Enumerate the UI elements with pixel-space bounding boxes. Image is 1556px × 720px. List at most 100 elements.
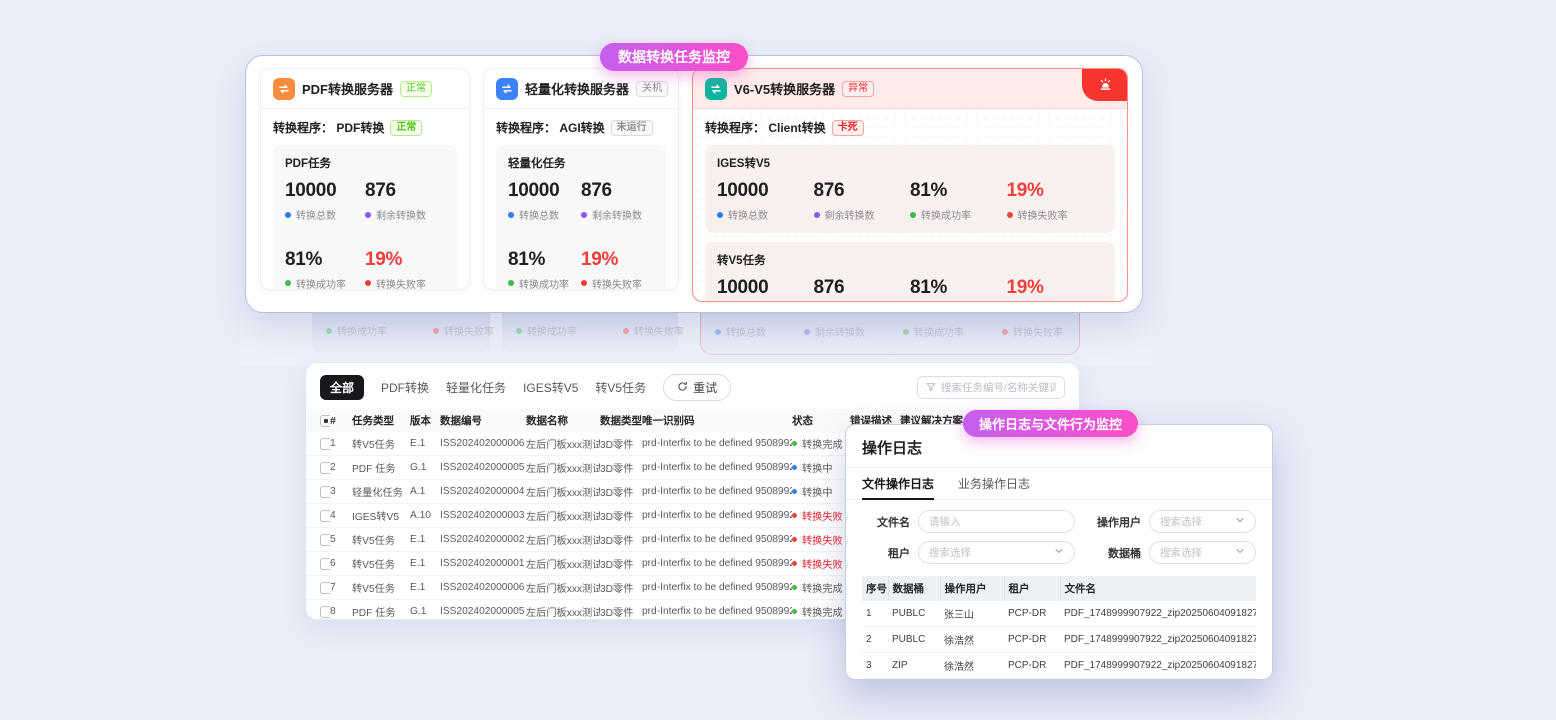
task-cell-uid: prd-Interfix to be defined 95089920-... — [642, 432, 792, 456]
oplog-cell-num: 4 — [862, 679, 888, 681]
underlay-right-legends: 转换总数剩余转换数转换成功率转换失败率 — [701, 311, 1079, 339]
checkbox-icon — [320, 582, 330, 594]
oplog-tab[interactable]: 业务操作日志 — [958, 468, 1030, 499]
server-cards-row: PDF转换服务器正常转换程序： PDF转换正常PDF任务10000转换总数876… — [260, 68, 1128, 300]
task-cell-type: 转V5任务 — [352, 432, 410, 456]
legend-item: 剩余转换数 — [365, 207, 426, 222]
operator-select[interactable]: 搜索选择 — [1149, 510, 1256, 533]
stat-cell: 19%转换失败率 — [365, 249, 445, 291]
legend-dot — [433, 328, 439, 334]
oplog-column-header: 文件名 — [1060, 576, 1256, 601]
task-tab[interactable]: 全部 — [320, 375, 364, 400]
task-cell-version: E.1 — [410, 552, 440, 576]
stat-cell: 876剩余转换数 — [365, 180, 445, 223]
legend-item: 剩余转换数 — [581, 207, 642, 222]
task-cell-version: A.10 — [410, 504, 440, 528]
task-search-input[interactable] — [941, 382, 1056, 394]
row-checkbox[interactable] — [306, 528, 330, 552]
status-badge: 转换中 — [792, 484, 846, 499]
stat-cell: 10000转换总数 — [508, 180, 581, 223]
task-cell-status: 转换中 — [792, 480, 850, 504]
oplog-table-body: 1PUBLC张三山PCP-DRPDF_1748999907922_zip2025… — [862, 601, 1256, 680]
legend-item: 剩余转换数 — [804, 324, 865, 339]
task-cell-dtype: 3D零件 — [600, 432, 642, 456]
status-dot-icon — [792, 465, 797, 470]
v6v5-server-icon — [705, 78, 727, 100]
alarm-siren-icon[interactable] — [1082, 68, 1128, 101]
legend-label: 转换成功率 — [914, 324, 964, 339]
row-checkbox[interactable] — [306, 504, 330, 528]
filename-input[interactable] — [918, 510, 1075, 533]
status-text: 转换失败 — [802, 556, 843, 571]
legend-label: 剩余转换数 — [592, 207, 642, 222]
task-cell-dtype: 3D零件 — [600, 480, 642, 504]
server-card-body: 转换程序： Client转换卡死IGES转V510000转换总数876剩余转换数… — [693, 109, 1127, 302]
legend-label: 转换成功率 — [527, 323, 577, 338]
row-checkbox[interactable] — [306, 432, 330, 456]
oplog-tab[interactable]: 文件操作日志 — [862, 468, 934, 500]
oplog-row: 1PUBLC张三山PCP-DRPDF_1748999907922_zip2025… — [862, 601, 1256, 627]
legend-label: 转换总数 — [728, 207, 768, 222]
task-cell-type: 转V5任务 — [352, 576, 410, 600]
row-checkbox[interactable] — [306, 480, 330, 504]
task-cell-uid: prd-Interfix to be defined 95089920-... — [642, 600, 792, 621]
task-cell-dtype: 3D零件 — [600, 504, 642, 528]
task-cell-status: 转换失败 — [792, 528, 850, 552]
chevron-down-icon — [1235, 515, 1245, 528]
legend-label: 转换成功率 — [296, 276, 346, 291]
retry-button[interactable]: 重试 — [663, 374, 731, 401]
legend-label: 转换失败率 — [634, 323, 684, 338]
status-badge: 转换完成 — [792, 580, 846, 595]
bucket-select-placeholder: 搜索选择 — [1160, 545, 1202, 560]
legend-dot — [285, 280, 291, 286]
task-cell-name: 左后门板xxx测试... — [526, 480, 600, 504]
status-dot-icon — [792, 513, 797, 518]
checkbox-icon — [320, 534, 330, 546]
task-cell-uid: prd-Interfix to be defined 95089920-... — [642, 528, 792, 552]
task-column-header: 状态 — [792, 409, 850, 432]
row-checkbox[interactable] — [306, 600, 330, 621]
stat-value: 10000 — [508, 180, 581, 202]
legend-dot — [285, 212, 291, 218]
task-tab[interactable]: PDF转换 — [381, 379, 429, 396]
retry-icon — [677, 381, 688, 395]
chevron-down-icon — [1235, 546, 1245, 559]
task-title: 轻量化任务 — [508, 155, 654, 171]
task-cell-code: ISS202402000001 — [440, 552, 526, 576]
status-text: 转换完成 — [802, 604, 843, 619]
legend-label: 转换失败率 — [592, 276, 642, 291]
oplog-column-header: 数据桶 — [888, 576, 940, 601]
task-cell-uid: prd-Interfix to be defined 95089920-... — [642, 480, 792, 504]
status-badge: 转换失败 — [792, 532, 846, 547]
task-tab[interactable]: IGES转V5 — [523, 379, 578, 396]
server-name: V6-V5转换服务器 — [734, 79, 835, 98]
legend-label: 转换失败率 — [1013, 324, 1063, 339]
server-card-header: 轻量化转换服务器关机 — [484, 69, 678, 109]
stat-value: 876 — [581, 180, 654, 202]
task-cell-code: ISS202402000005 — [440, 600, 526, 621]
bucket-select[interactable]: 搜索选择 — [1149, 541, 1256, 564]
operator-label: 操作用户 — [1093, 514, 1141, 530]
row-checkbox[interactable] — [306, 552, 330, 576]
task-cell-name: 左后门板xxx测试... — [526, 576, 600, 600]
select-all-checkbox[interactable] — [306, 409, 330, 432]
row-checkbox[interactable] — [306, 456, 330, 480]
oplog-cell-bucket: PUBLC — [888, 601, 940, 627]
status-text: 转换失败 — [802, 532, 843, 547]
tenant-select[interactable]: 搜索选择 — [918, 541, 1075, 564]
task-tab[interactable]: 轻量化任务 — [446, 379, 506, 396]
task-cell-num: 7 — [330, 576, 352, 600]
server-card-body: 转换程序： AGI转换未运行轻量化任务10000转换总数876剩余转换数81%转… — [484, 109, 678, 290]
task-cell-version: G.1 — [410, 600, 440, 621]
legend-label: 转换总数 — [296, 207, 336, 222]
underlay-mid-card: 转换成功率转换失败率 — [502, 313, 678, 353]
row-checkbox[interactable] — [306, 576, 330, 600]
task-cell-num: 6 — [330, 552, 352, 576]
task-tab[interactable]: 转V5任务 — [595, 379, 646, 396]
task-cell-num: 4 — [330, 504, 352, 528]
oplog-table-wrap: 序号数据桶操作用户租户文件名 1PUBLC张三山PCP-DRPDF_174899… — [862, 576, 1256, 680]
stats-grid: 10000转换总数876剩余转换数81%转换成功率19%转换失败率 — [285, 180, 445, 290]
status-text: 转换完成 — [802, 580, 843, 595]
task-search-box[interactable] — [917, 376, 1065, 399]
stat-value: 19% — [365, 249, 445, 271]
